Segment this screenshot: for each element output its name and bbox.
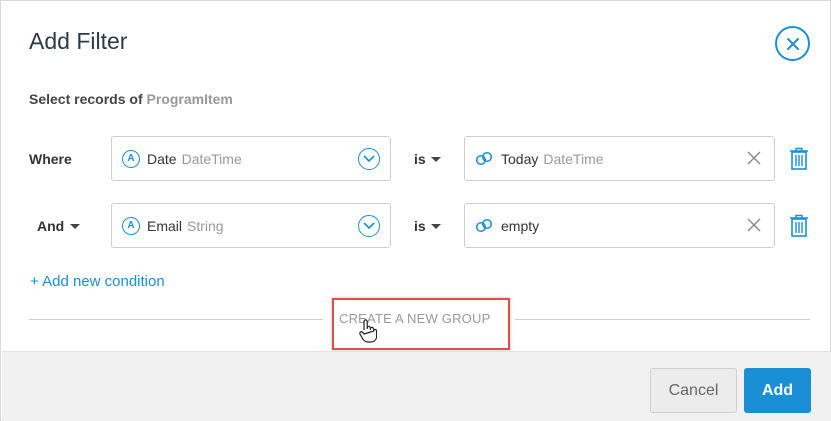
value-name: empty xyxy=(501,217,540,234)
add-button[interactable]: Add xyxy=(744,368,811,413)
condition-label-and[interactable]: And xyxy=(37,218,81,234)
operator-label: is xyxy=(414,151,426,167)
field-name: Date xyxy=(147,150,177,167)
condition-label-where: Where xyxy=(29,151,72,167)
entity-name: ProgramItem xyxy=(146,91,233,107)
dialog-title: Add Filter xyxy=(29,28,128,54)
trash-icon[interactable] xyxy=(789,214,809,243)
caret-down-icon xyxy=(70,223,81,229)
field-selector[interactable]: A Date DateTime xyxy=(111,136,391,181)
caret-down-icon xyxy=(430,156,441,162)
records-subtitle: Select records of ProgramItem xyxy=(29,91,233,107)
operator-dropdown[interactable]: is xyxy=(414,151,441,167)
value-name: Today xyxy=(501,150,539,167)
operator-label: is xyxy=(414,218,426,234)
dialog-footer: Cancel Add xyxy=(2,351,831,421)
attribute-type-icon: A xyxy=(122,216,140,235)
field-type: String xyxy=(187,217,224,234)
divider-right xyxy=(515,319,810,320)
clear-icon[interactable] xyxy=(746,217,762,236)
value-selector[interactable]: Today DateTime xyxy=(464,136,775,181)
caret-down-icon xyxy=(430,223,441,229)
close-icon xyxy=(786,37,799,50)
cancel-button[interactable]: Cancel xyxy=(650,368,737,413)
operator-dropdown[interactable]: is xyxy=(414,218,441,234)
clear-icon[interactable] xyxy=(746,150,762,169)
condition-label-text: Where xyxy=(29,151,72,167)
field-name: Email xyxy=(147,217,183,234)
hand-cursor-icon xyxy=(359,319,378,348)
close-button[interactable] xyxy=(775,26,810,61)
link-icon xyxy=(475,218,493,234)
add-condition-link[interactable]: + Add new condition xyxy=(30,273,165,290)
link-icon xyxy=(475,151,493,167)
value-selector[interactable]: empty xyxy=(464,203,775,248)
add-filter-dialog: Add Filter Select records of ProgramItem… xyxy=(0,0,831,421)
subtitle-prefix: Select records of xyxy=(29,91,143,107)
value-type: DateTime xyxy=(543,150,604,167)
condition-label-text: And xyxy=(37,218,65,234)
field-selector[interactable]: A Email String xyxy=(111,203,391,248)
trash-icon[interactable] xyxy=(789,147,809,176)
field-type: DateTime xyxy=(181,150,242,167)
attribute-type-icon: A xyxy=(122,149,140,168)
divider-left xyxy=(29,319,323,320)
chevron-down-icon[interactable] xyxy=(358,148,380,170)
chevron-down-icon[interactable] xyxy=(358,215,380,237)
